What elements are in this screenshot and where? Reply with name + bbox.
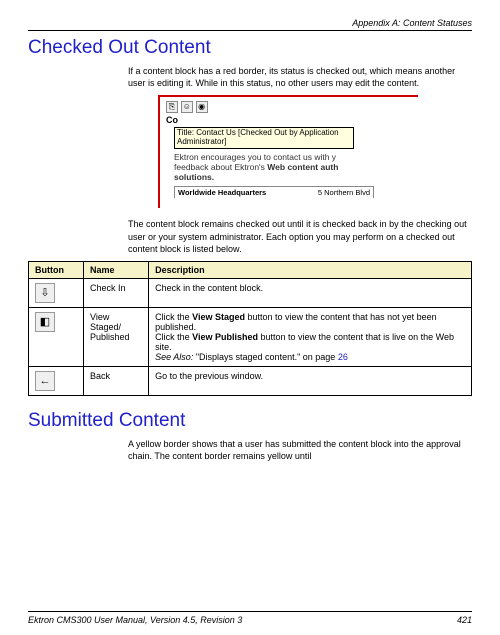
table-row: ← Back Go to the previous window. bbox=[29, 366, 472, 395]
desc-text: Click the bbox=[155, 312, 192, 322]
table-row: ◧ View Staged/ Published Click the View … bbox=[29, 307, 472, 366]
table-row: ⇩ Check In Check in the content block. bbox=[29, 278, 472, 307]
footer-title: Ektron CMS300 User Manual, Version 4.5, … bbox=[28, 615, 242, 625]
blurb-line: Ektron encourages you to contact us with… bbox=[174, 152, 336, 162]
desc-text: Click the bbox=[155, 332, 192, 342]
truncated-label: Co bbox=[166, 115, 178, 125]
cell-name: Check In bbox=[84, 278, 149, 307]
address-left: Worldwide Headquarters bbox=[178, 188, 266, 197]
appendix-header: Appendix A: Content Statuses bbox=[28, 18, 472, 31]
icon-copy: ⎘ bbox=[166, 101, 178, 113]
th-button: Button bbox=[29, 261, 84, 278]
checkin-icon: ⇩ bbox=[35, 283, 55, 303]
view-staged-icon: ◧ bbox=[35, 312, 55, 332]
cell-desc: Check in the content block. bbox=[149, 278, 472, 307]
see-also-text: "Displays staged content." on page bbox=[196, 352, 338, 362]
see-also: See Also: bbox=[155, 352, 196, 362]
intro-paragraph-1: If a content block has a red border, its… bbox=[128, 65, 472, 89]
tooltip-box: Title: Contact Us [Checked Out by Applic… bbox=[174, 127, 354, 149]
cell-desc: Go to the previous window. bbox=[149, 366, 472, 395]
blurb-line: feedback about Ektron's bbox=[174, 162, 267, 172]
desc-bold: View Published bbox=[192, 332, 258, 342]
blurb-bold: Web content auth bbox=[267, 162, 338, 172]
cell-name: Back bbox=[84, 366, 149, 395]
options-table: Button Name Description ⇩ Check In Check… bbox=[28, 261, 472, 396]
th-description: Description bbox=[149, 261, 472, 278]
embedded-screenshot: ⎘ ☺ ◉ Co Title: Contact Us [Checked Out … bbox=[158, 95, 418, 208]
footer-page-number: 421 bbox=[457, 615, 472, 625]
heading-checked-out: Checked Out Content bbox=[28, 37, 472, 59]
see-also-label: See Also: bbox=[155, 352, 196, 362]
intro-paragraph-2: The content block remains checked out un… bbox=[128, 218, 472, 254]
heading-submitted: Submitted Content bbox=[28, 410, 472, 432]
body-preview: Ektron encourages you to contact us with… bbox=[174, 152, 412, 183]
toolbar-icons: ⎘ ☺ ◉ bbox=[166, 101, 412, 113]
submitted-paragraph: A yellow border shows that a user has su… bbox=[128, 438, 472, 462]
blurb-line: solutions. bbox=[174, 172, 214, 182]
address-box: Worldwide Headquarters 5 Northern Blvd bbox=[174, 186, 374, 198]
th-name: Name bbox=[84, 261, 149, 278]
back-icon: ← bbox=[35, 371, 55, 391]
icon-globe: ◉ bbox=[196, 101, 208, 113]
cell-name: View Staged/ Published bbox=[84, 307, 149, 366]
page-link[interactable]: 26 bbox=[338, 352, 348, 362]
address-right: 5 Northern Blvd bbox=[318, 188, 370, 197]
icon-user: ☺ bbox=[181, 101, 193, 113]
cell-desc: Click the View Staged button to view the… bbox=[149, 307, 472, 366]
desc-bold: View Staged bbox=[192, 312, 245, 322]
page-footer: Ektron CMS300 User Manual, Version 4.5, … bbox=[28, 611, 472, 625]
